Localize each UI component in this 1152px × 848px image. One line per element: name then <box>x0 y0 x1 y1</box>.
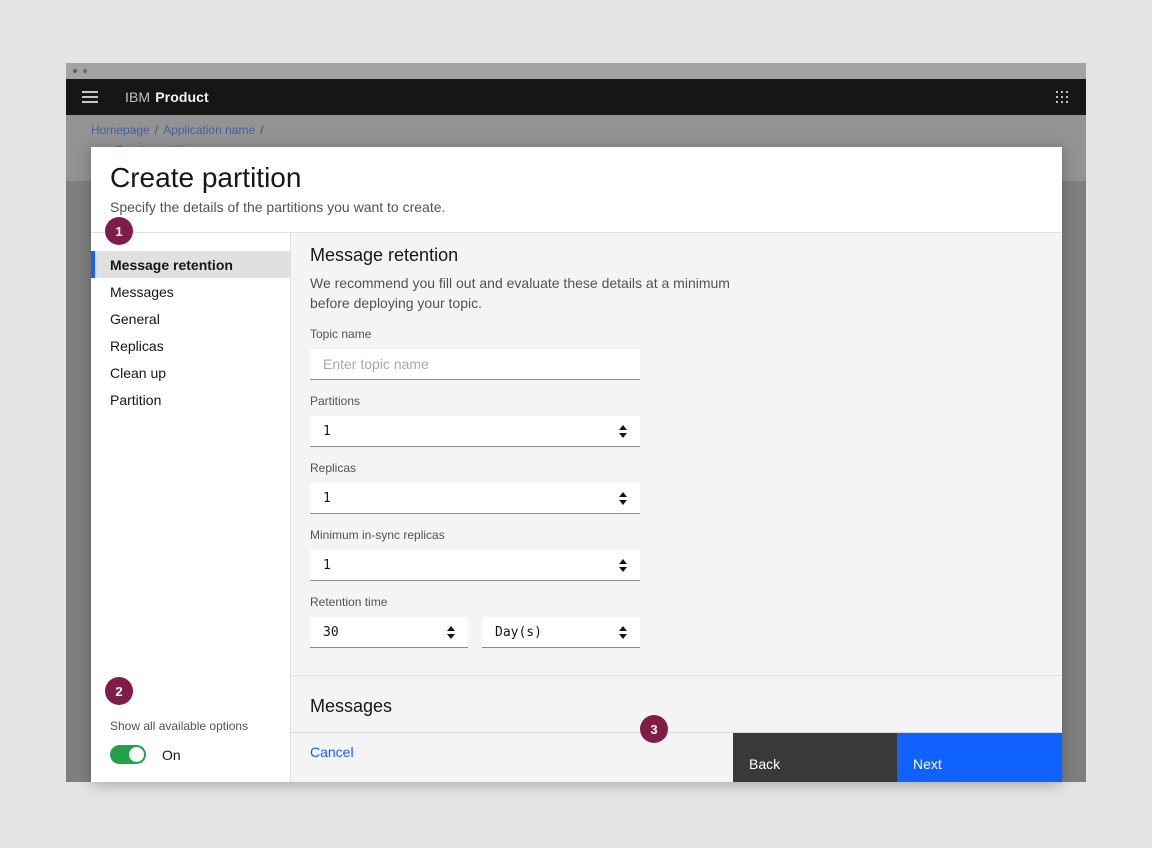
section-heading: Message retention <box>310 245 1062 265</box>
breadcrumb-link[interactable]: Application name <box>163 123 255 137</box>
number-stepper-icon[interactable] <box>619 492 627 505</box>
nav-item-message-retention[interactable]: Message retention <box>91 251 290 278</box>
retention-unit-value: Day(s) <box>495 625 542 640</box>
brand-prefix: IBM <box>125 89 150 105</box>
number-stepper-icon[interactable] <box>619 425 627 438</box>
retention-time-value: 30 <box>323 625 339 640</box>
next-section-heading: Messages <box>310 696 1062 716</box>
retention-time-input[interactable]: 30 <box>310 617 468 648</box>
next-button[interactable]: Next <box>897 733 1062 782</box>
window-control-dot[interactable] <box>73 69 77 73</box>
modal-subtitle: Specify the details of the partitions yo… <box>110 199 1062 215</box>
cancel-button[interactable]: Cancel <box>291 733 354 782</box>
breadcrumb-link[interactable]: Homepage <box>91 123 150 137</box>
nav-item-replicas[interactable]: Replicas <box>91 332 290 359</box>
brand-name: Product <box>155 89 209 105</box>
app-switcher-icon[interactable] <box>1054 89 1070 105</box>
breadcrumb: Homepage / Application name / <box>91 123 1086 137</box>
modal-nav-list: Message retentionMessagesGeneralReplicas… <box>91 251 290 413</box>
number-stepper-icon[interactable] <box>619 626 627 639</box>
retention-unit-select[interactable]: Day(s) <box>482 617 640 648</box>
min-insync-replicas-input[interactable]: 1 <box>310 550 640 581</box>
sidebar-options: 2 Show all available options On <box>110 677 248 764</box>
min-insync-replicas-label: Minimum in-sync replicas <box>310 528 640 542</box>
annotation-badge-1: 1 <box>105 217 133 245</box>
topic-name-input[interactable] <box>310 349 640 380</box>
form-section: Message retention We recommend you fill … <box>291 233 1062 732</box>
breadcrumb-separator: / <box>155 123 158 137</box>
retention-time-label: Retention time <box>310 595 468 609</box>
app-header: IBM Product <box>66 79 1086 115</box>
toggle-knob <box>129 747 144 762</box>
nav-item-messages[interactable]: Messages <box>91 278 290 305</box>
replicas-input[interactable]: 1 <box>310 483 640 514</box>
replicas-label: Replicas <box>310 461 640 475</box>
partitions-label: Partitions <box>310 394 640 408</box>
show-options-toggle[interactable] <box>110 745 146 764</box>
nav-item-general[interactable]: General <box>91 305 290 332</box>
menu-icon[interactable] <box>82 91 98 103</box>
modal-header: Create partition Specify the details of … <box>91 147 1062 233</box>
back-button[interactable]: Back <box>733 733 897 782</box>
nav-item-clean-up[interactable]: Clean up <box>91 359 290 386</box>
number-stepper-icon[interactable] <box>619 559 627 572</box>
breadcrumb-separator: / <box>260 123 263 137</box>
topic-name-label: Topic name <box>310 327 640 341</box>
brand: IBM Product <box>125 89 209 105</box>
annotation-badge-3: 3 <box>640 715 668 743</box>
modal-footer: Cancel Back Next <box>291 732 1062 782</box>
nav-item-partition[interactable]: Partition <box>91 386 290 413</box>
replicas-value: 1 <box>323 491 331 506</box>
partitions-value: 1 <box>323 424 331 439</box>
show-options-label: Show all available options <box>110 719 248 733</box>
window-control-dot[interactable] <box>83 69 87 73</box>
section-divider <box>291 675 1062 676</box>
partitions-input[interactable]: 1 <box>310 416 640 447</box>
section-description: We recommend you fill out and evaluate t… <box>310 273 734 313</box>
create-partition-modal: Create partition Specify the details of … <box>91 147 1062 782</box>
modal-side-nav: 1 Message retentionMessagesGeneralReplic… <box>91 233 290 782</box>
toggle-state-label: On <box>162 747 181 763</box>
modal-title: Create partition <box>110 160 1062 196</box>
min-insync-replicas-value: 1 <box>323 558 331 573</box>
annotation-badge-2: 2 <box>105 677 133 705</box>
window-titlebar <box>66 63 1086 79</box>
number-stepper-icon[interactable] <box>447 626 455 639</box>
